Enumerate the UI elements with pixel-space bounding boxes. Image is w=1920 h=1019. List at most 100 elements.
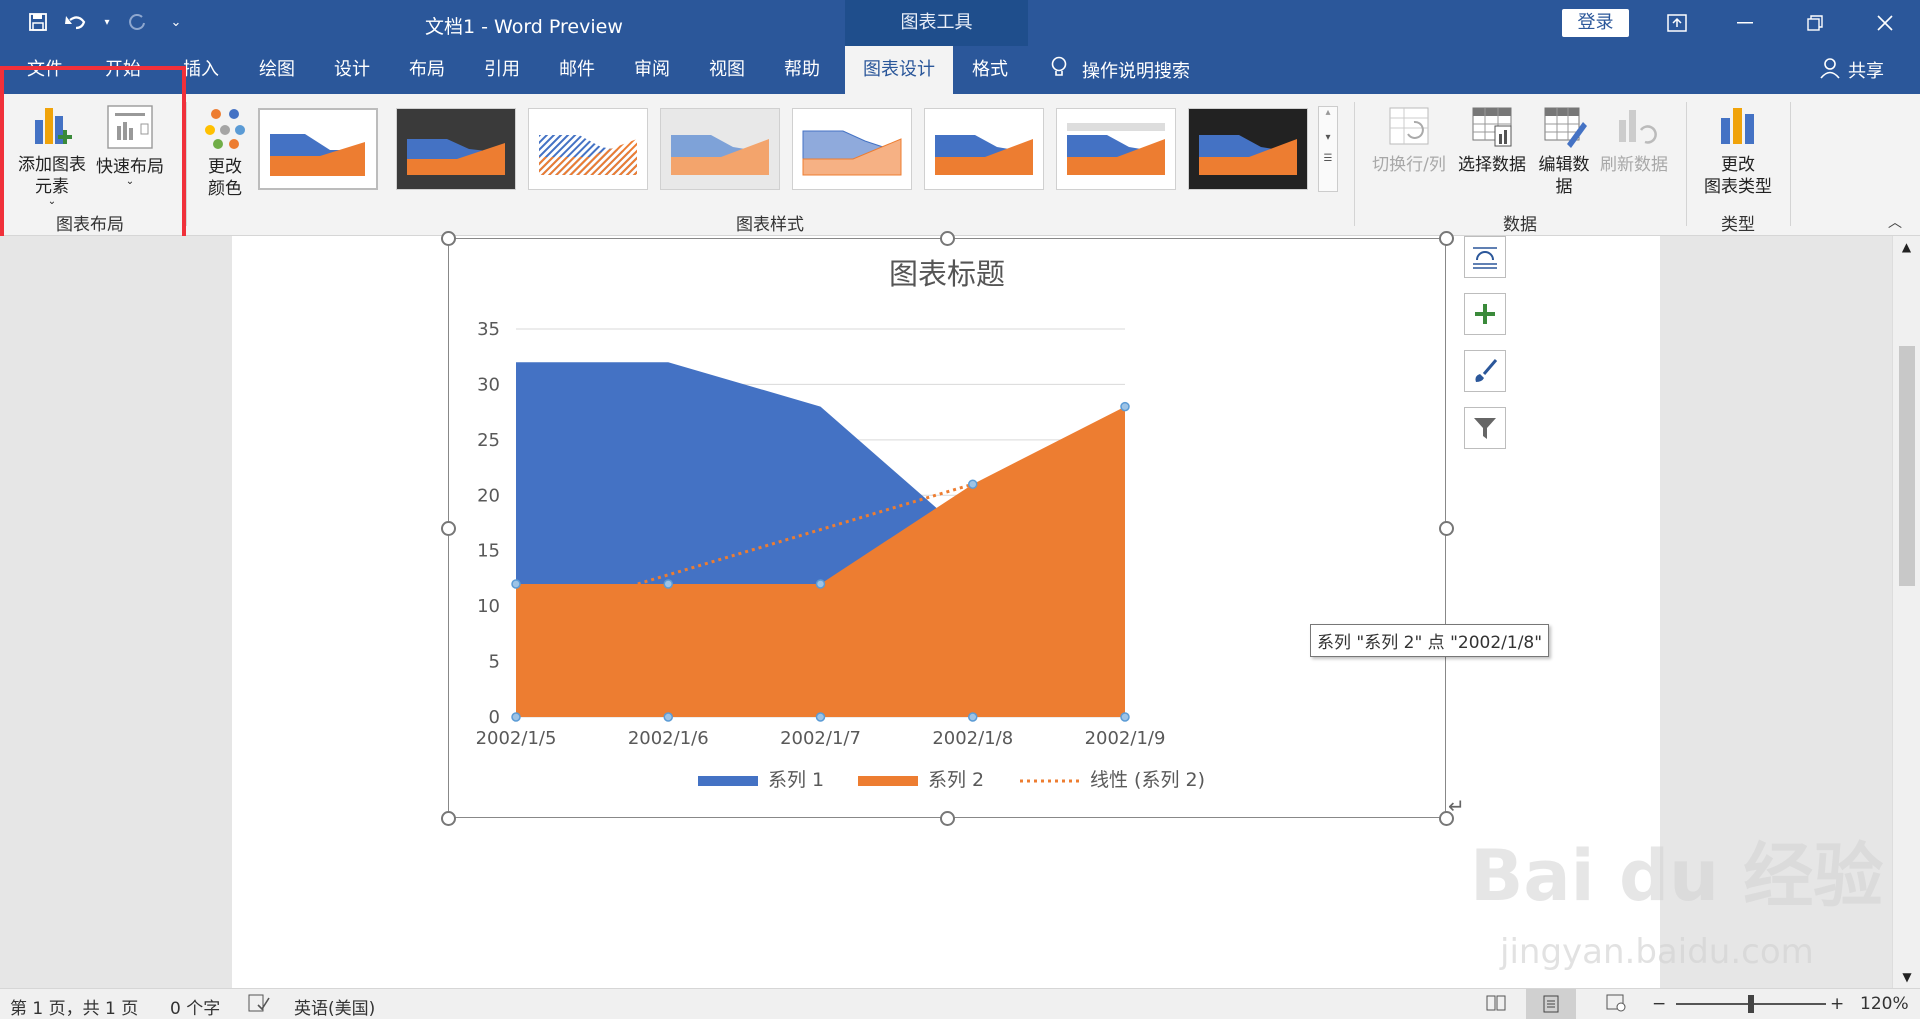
refresh-data-button[interactable]: 刷新数据 [1596, 104, 1672, 176]
y-tick-label: 20 [477, 485, 500, 506]
tab-draw[interactable]: 绘图 [250, 46, 304, 94]
zoom-in-button[interactable]: + [1830, 994, 1844, 1014]
data-point-handle [663, 712, 673, 722]
page-count[interactable]: 第 1 页，共 1 页 [10, 994, 138, 1019]
x-tick-label: 2002/1/9 [1085, 728, 1166, 749]
zoom-level[interactable]: 120% [1860, 994, 1909, 1014]
area-chart[interactable]: 图表标题 35 30 25 20 15 10 5 02002/1/5 2002/1/6 2002/1… [448, 238, 1446, 818]
data-point-handle [815, 712, 826, 722]
zoom-slider-thumb[interactable] [1748, 995, 1754, 1013]
share-label: 共享 [1848, 61, 1884, 82]
resize-handle-bottom-left[interactable] [441, 811, 456, 826]
gallery-more-icon[interactable]: ☰ [1319, 153, 1337, 164]
chart-style-1[interactable] [258, 108, 378, 190]
tab-view[interactable]: 视图 [700, 46, 754, 94]
zoom-out-button[interactable]: − [1652, 994, 1666, 1014]
word-count[interactable]: 0 个字 [170, 994, 220, 1019]
resize-handle-top[interactable] [940, 231, 955, 246]
vertical-scrollbar[interactable]: ▲ ▼ [1892, 236, 1920, 988]
chevron-down-icon[interactable]: ▾ [1319, 132, 1337, 143]
change-chart-type-button[interactable]: 更改 图表类型 [1694, 104, 1782, 198]
lightbulb-icon [1050, 56, 1068, 85]
y-tick-label: 35 [477, 319, 500, 340]
data-point-handle [663, 579, 673, 589]
chart-elements-button[interactable] [1464, 293, 1506, 335]
resize-handle-top-right[interactable] [1439, 231, 1454, 246]
separator [1354, 102, 1355, 226]
y-tick-label: 0 [489, 707, 500, 728]
redo-icon [126, 10, 150, 34]
undo-icon[interactable] [64, 10, 88, 34]
watermark-text: Bai du 经验 [1470, 835, 1884, 917]
edit-data-label: 编辑数 据 [1538, 155, 1590, 197]
restore-icon[interactable] [1800, 8, 1830, 38]
tab-review[interactable]: 审阅 [625, 46, 679, 94]
x-tick-label: 2002/1/5 [476, 728, 557, 749]
resize-handle-bottom[interactable] [940, 811, 955, 826]
select-data-icon [1472, 107, 1512, 147]
data-point-handle [1120, 401, 1130, 412]
chevron-down-icon[interactable]: ▾ [102, 10, 112, 34]
save-icon[interactable] [26, 10, 50, 34]
scrollbar-thumb[interactable] [1899, 346, 1915, 586]
print-layout-icon[interactable] [1526, 989, 1576, 1019]
chevron-up-icon[interactable]: ▲ [1893, 240, 1920, 254]
separator [1790, 102, 1791, 226]
chart-filters-button[interactable] [1464, 407, 1506, 449]
resize-handle-left[interactable] [441, 521, 456, 536]
ribbon-display-icon[interactable] [1662, 8, 1692, 38]
separator [1686, 102, 1687, 226]
gallery-scroll[interactable]: ▴ ▾ ☰ [1318, 106, 1338, 192]
group-label-chart-styles: 图表样式 [736, 215, 804, 235]
data-point-handle [511, 712, 521, 722]
tell-me-search[interactable]: 操作说明搜索 [1050, 46, 1190, 94]
tab-chart-design[interactable]: 图表设计 [845, 46, 953, 94]
chart-style-3[interactable] [528, 108, 648, 190]
tab-format[interactable]: 格式 [962, 46, 1018, 94]
web-layout-icon[interactable] [1606, 994, 1626, 1017]
watermark-url: jingyan.baidu.com [1500, 932, 1814, 972]
change-colors-button[interactable]: 更改 颜色 [192, 104, 258, 200]
switch-row-column-button[interactable]: 切换行/列 [1366, 104, 1452, 176]
legend-label: 线性 (系列 2) [1090, 769, 1205, 791]
collapse-ribbon-icon[interactable]: ︿ [1888, 212, 1902, 232]
select-data-button[interactable]: 选择数据 [1452, 104, 1532, 176]
paragraph-mark-icon: ↵ [1448, 794, 1465, 818]
resize-handle-top-left[interactable] [441, 231, 456, 246]
chart-styles-button[interactable] [1464, 350, 1506, 392]
chart-style-4[interactable] [660, 108, 780, 190]
chart-style-5[interactable] [792, 108, 912, 190]
language-indicator[interactable]: 英语(美国) [294, 994, 375, 1019]
chevron-down-icon[interactable]: ▼ [1893, 970, 1920, 984]
data-point-handle [1120, 712, 1130, 722]
read-mode-icon[interactable] [1486, 994, 1506, 1017]
edit-data-button[interactable]: 编辑数 据 [1532, 104, 1596, 198]
switch-row-column-label: 切换行/列 [1372, 155, 1446, 175]
tab-help[interactable]: 帮助 [775, 46, 829, 94]
refresh-data-icon [1619, 110, 1657, 144]
chart-style-6[interactable] [924, 108, 1044, 190]
customize-toolbar-icon[interactable]: ⌄ [164, 10, 188, 34]
y-tick-label: 10 [477, 596, 500, 617]
quick-access-toolbar: ▾ ⌄ [26, 10, 188, 34]
proofing-icon[interactable] [248, 994, 270, 1017]
chart-style-2[interactable] [396, 108, 516, 190]
chart-style-8[interactable] [1188, 108, 1308, 190]
tell-me-label: 操作说明搜索 [1082, 61, 1190, 82]
legend-swatch [698, 776, 758, 786]
edit-data-icon [1544, 107, 1587, 148]
tab-design[interactable]: 设计 [325, 46, 379, 94]
login-button[interactable]: 登录 [1562, 9, 1629, 37]
chevron-up-icon[interactable]: ▴ [1319, 107, 1337, 118]
legend-label: 系列 2 [928, 769, 984, 791]
tab-references[interactable]: 引用 [475, 46, 529, 94]
close-icon[interactable] [1870, 8, 1900, 38]
layout-options-button[interactable] [1464, 236, 1506, 278]
share-button[interactable]: 共享 [1820, 46, 1884, 94]
color-palette-icon [205, 109, 245, 149]
resize-handle-right[interactable] [1439, 521, 1454, 536]
tab-layout[interactable]: 布局 [400, 46, 454, 94]
minimize-icon[interactable] [1730, 8, 1760, 38]
chart-style-7[interactable] [1056, 108, 1176, 190]
tab-mailings[interactable]: 邮件 [550, 46, 604, 94]
